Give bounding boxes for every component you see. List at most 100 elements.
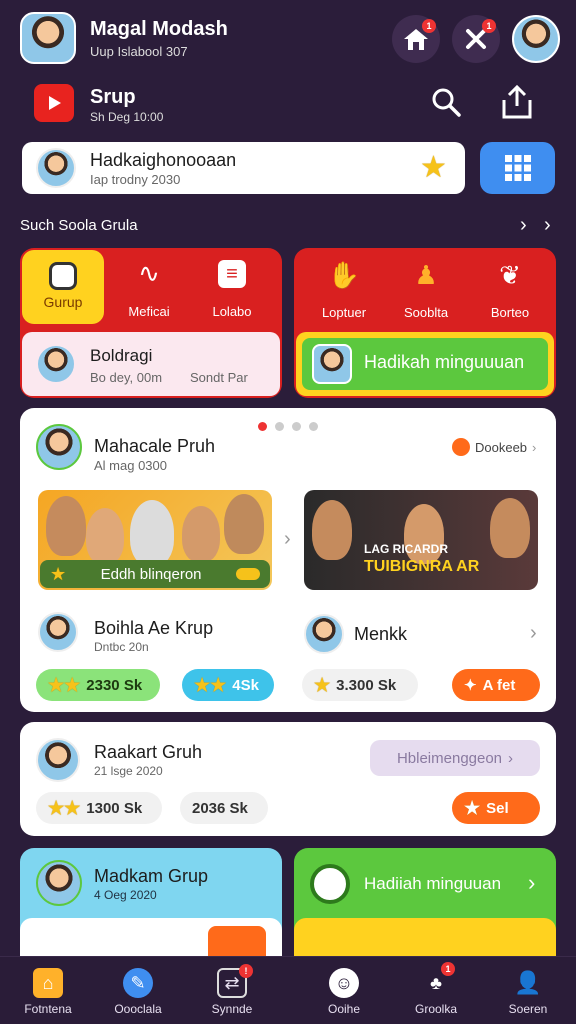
section-title: Such Soola Grula <box>20 217 138 234</box>
share-icon[interactable] <box>500 84 534 120</box>
card-subtitle: 4 Oeg 2020 <box>94 888 157 902</box>
tab-borteo[interactable]: ❦ Borteo <box>470 260 550 320</box>
tab-label: Sooblta <box>403 305 449 320</box>
card-title: Raakart Gruh <box>94 742 203 762</box>
weekly-gift-banner[interactable]: Hadikah minguuuan <box>296 332 554 396</box>
tab-gurup[interactable]: Gurup <box>22 250 104 324</box>
nav-label: Fotntena <box>24 1002 72 1016</box>
group-card-2: Raakart Gruh 21 lsge 2020 Hbleimenggeon ›… <box>20 722 556 836</box>
nav-label: Oooclala <box>114 1002 162 1016</box>
photo-text-line-1: LAG RICARDR <box>364 542 448 556</box>
card-title: Hadkaighonooaan <box>90 150 237 170</box>
home-button[interactable]: 1 <box>392 15 440 63</box>
user-avatar <box>36 344 76 384</box>
details-link[interactable]: Dookeeb › <box>452 438 536 456</box>
star-icon: ★ <box>464 797 481 818</box>
pill-label: 1300 Sk <box>86 799 143 817</box>
group-subtitle: Sh Deg 10:00 <box>90 110 164 124</box>
bottom-right-card[interactable]: Hadiiah minguuan › <box>294 848 556 958</box>
groups-icon: ♣ 1 <box>421 962 455 998</box>
card-title: Hadiiah minguuan <box>364 874 502 893</box>
star-icon: ★ <box>314 674 331 695</box>
group-avatar <box>36 738 80 782</box>
next-arrow-icon[interactable]: › <box>544 214 551 237</box>
nav-item-friends[interactable]: ☺ Ooihe <box>304 968 384 1016</box>
star-icon: ★★ <box>48 674 81 695</box>
card-subtitle: Bo dey, 00m <box>90 370 163 385</box>
toggle-icon <box>236 568 260 580</box>
nav-label: Groolka <box>414 1002 458 1016</box>
card-subtitle-extra: Sondt Par <box>190 370 248 385</box>
card-subtitle: Iap trodny 2030 <box>90 172 181 187</box>
star-icon: ★ <box>50 563 67 584</box>
fire-icon <box>452 438 470 456</box>
notification-badge: 1 <box>422 19 436 33</box>
user-avatar[interactable] <box>512 15 560 63</box>
tools-button[interactable]: 1 <box>452 15 500 63</box>
profile-avatar[interactable] <box>20 12 76 64</box>
grid-icon <box>504 155 531 181</box>
chevron-right-icon[interactable]: › <box>284 528 291 551</box>
user-name: Boihla Ae Krup <box>94 618 214 638</box>
compass-icon: ✎ <box>123 968 153 998</box>
person-icon: ♟ <box>414 260 438 290</box>
red-left-panel: Gurup ∿ Meficai ≡ Lolabo Boldragi Bo dey… <box>20 248 282 398</box>
info-card[interactable]: Boldragi Bo dey, 00m Sondt Par <box>22 332 280 396</box>
points-pill[interactable]: 2036 Sk <box>180 792 268 824</box>
group-photo-2[interactable]: LAG RICARDR TUIBIGNRA AR <box>304 490 538 590</box>
points-pill[interactable]: ★★ 4Sk <box>182 669 274 701</box>
chevron-right-icon: › <box>532 439 537 455</box>
points-pill[interactable]: ★★ 1300 Sk <box>36 792 162 824</box>
feature-subtitle: Al mag 0300 <box>94 458 167 473</box>
tab-loptuer[interactable]: ✋ Loptuer <box>304 260 384 320</box>
red-right-panel: ✋ Loptuer ♟ Sooblta ❦ Borteo Hadikah min… <box>294 248 556 398</box>
action-pill[interactable]: ★ Sel <box>452 792 540 824</box>
photo-caption: Eddh blinqeron <box>100 565 202 583</box>
star-icon[interactable]: ★ <box>420 150 447 185</box>
tab-meficai[interactable]: ∿ Meficai <box>112 258 186 319</box>
join-button-label: Hbleimenggeon <box>396 749 503 767</box>
settings-icon <box>310 864 350 904</box>
group-icon <box>49 262 77 290</box>
tab-label: Borteo <box>490 305 530 320</box>
points-pill[interactable]: ★ 3.300 Sk <box>302 669 418 701</box>
group-search-card[interactable]: Hadkaighonooaan Iap trodny 2030 ★ <box>22 142 465 194</box>
pill-label: Sel <box>486 799 509 817</box>
profile-subtitle: Uup Islabool 307 <box>90 44 188 59</box>
leaf-icon: ❦ <box>499 260 521 290</box>
user-avatar <box>304 614 344 654</box>
search-icon[interactable] <box>430 86 462 118</box>
play-logo-icon <box>34 84 74 122</box>
tab-sooblta[interactable]: ♟ Sooblta <box>386 260 466 320</box>
banner-text: Hadikah minguuuan <box>364 352 525 372</box>
nav-item-profile[interactable]: 👤 Soeren <box>488 968 568 1016</box>
sync-icon: ⇄! <box>217 964 253 998</box>
pill-label: 2036 Sk <box>192 799 248 817</box>
group-avatar <box>36 148 76 188</box>
chevron-right-icon[interactable]: › <box>528 870 535 896</box>
star-icon: ★★ <box>48 797 81 818</box>
nav-item-home[interactable]: ⌂ Fotntena <box>8 968 88 1016</box>
home-icon: ⌂ <box>33 968 63 998</box>
nav-item-groups[interactable]: ♣ 1 Groolka <box>396 962 476 1016</box>
action-pill[interactable]: ✦ A fet <box>452 669 540 701</box>
card-title: Boldragi <box>90 346 153 365</box>
points-pill[interactable]: ★★ 2330 Sk <box>36 669 160 701</box>
group-title: Srup <box>90 86 136 108</box>
face-icon: ☺ <box>329 968 359 998</box>
list-icon: ≡ <box>218 260 246 288</box>
nav-item-explore[interactable]: ✎ Oooclala <box>98 968 178 1016</box>
chevron-right-icon[interactable]: › <box>530 622 537 645</box>
hand-icon: ✋ <box>327 260 361 290</box>
nav-item-sync[interactable]: ⇄! Synnde <box>192 964 272 1016</box>
star-icon: ★★ <box>194 674 227 695</box>
tab-lolabo[interactable]: ≡ Lolabo <box>192 258 272 319</box>
group-photo-1[interactable]: ★ Eddh blinqeron <box>38 490 272 590</box>
join-button[interactable]: Hbleimenggeon › <box>370 740 540 776</box>
bottom-left-card[interactable]: Madkam Grup 4 Oeg 2020 <box>20 848 282 958</box>
gift-icon <box>208 926 266 958</box>
tab-label: Loptuer <box>321 305 367 320</box>
grid-menu-button[interactable] <box>480 142 555 194</box>
prev-arrow-icon[interactable]: › <box>520 214 527 237</box>
nav-label: Soeren <box>508 1002 548 1016</box>
